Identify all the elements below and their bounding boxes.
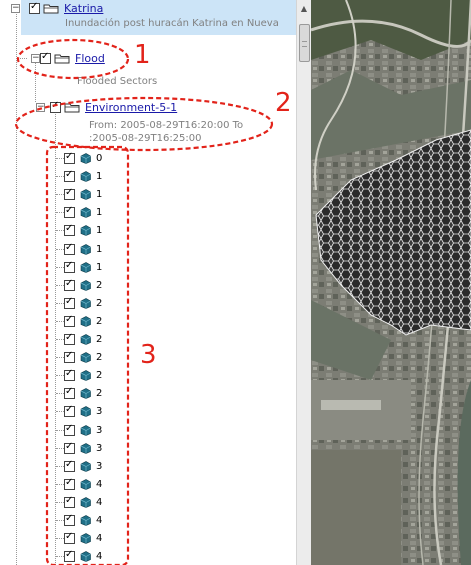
satellite-map-view[interactable] [311, 0, 471, 565]
annotation-label-1: 1 [134, 40, 151, 70]
annotation-rect-3 [45, 145, 130, 565]
map-imagery [311, 0, 471, 565]
annotation-label-2: 2 [275, 88, 292, 118]
annotation-ellipse-2 [14, 96, 274, 152]
layer-tree-panel: − Katrina Inundación post huracán Katrin… [0, 0, 296, 565]
annotation-label-3: 3 [140, 340, 157, 370]
scroll-up-icon[interactable]: ▲ [297, 0, 311, 17]
annotation-ellipse-1 [16, 38, 130, 80]
annotation-overlay [14, 38, 274, 565]
scroll-thumb[interactable] [299, 24, 310, 62]
vertical-scrollbar[interactable]: ▲ [296, 0, 311, 565]
